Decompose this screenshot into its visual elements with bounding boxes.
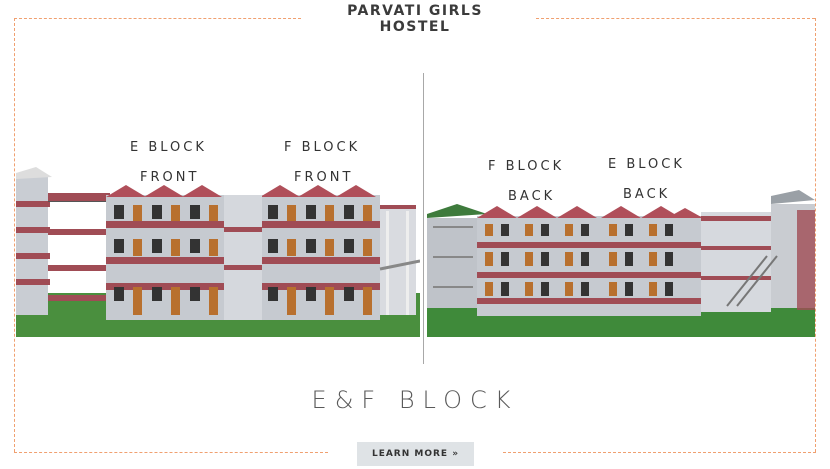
e-block-back-label-2: BACK [623, 187, 671, 202]
frame-bottom-right [503, 452, 816, 453]
e-block-back-label-1: E BLOCK [608, 157, 685, 172]
learn-more-button[interactable]: LEARN MORE » [357, 442, 474, 466]
f-block-back-label-1: F BLOCK [488, 159, 565, 174]
title-line-1: PARVATI GIRLS [347, 3, 483, 19]
e-block-front-label-1: E BLOCK [130, 140, 207, 155]
front-view-render [16, 165, 420, 337]
e-block-front-label-2: FRONT [140, 170, 200, 185]
view-divider [423, 73, 424, 364]
frame-bottom-left [14, 452, 328, 453]
title-line-2: HOSTEL [379, 19, 451, 35]
back-view-render [427, 186, 815, 337]
page-title: PARVATI GIRLS HOSTEL [0, 3, 830, 35]
block-name-heading: E&F BLOCK [311, 386, 519, 414]
f-block-back-label-2: BACK [508, 189, 556, 204]
f-block-front-label-1: F BLOCK [284, 140, 361, 155]
f-block-front-label-2: FRONT [294, 170, 354, 185]
